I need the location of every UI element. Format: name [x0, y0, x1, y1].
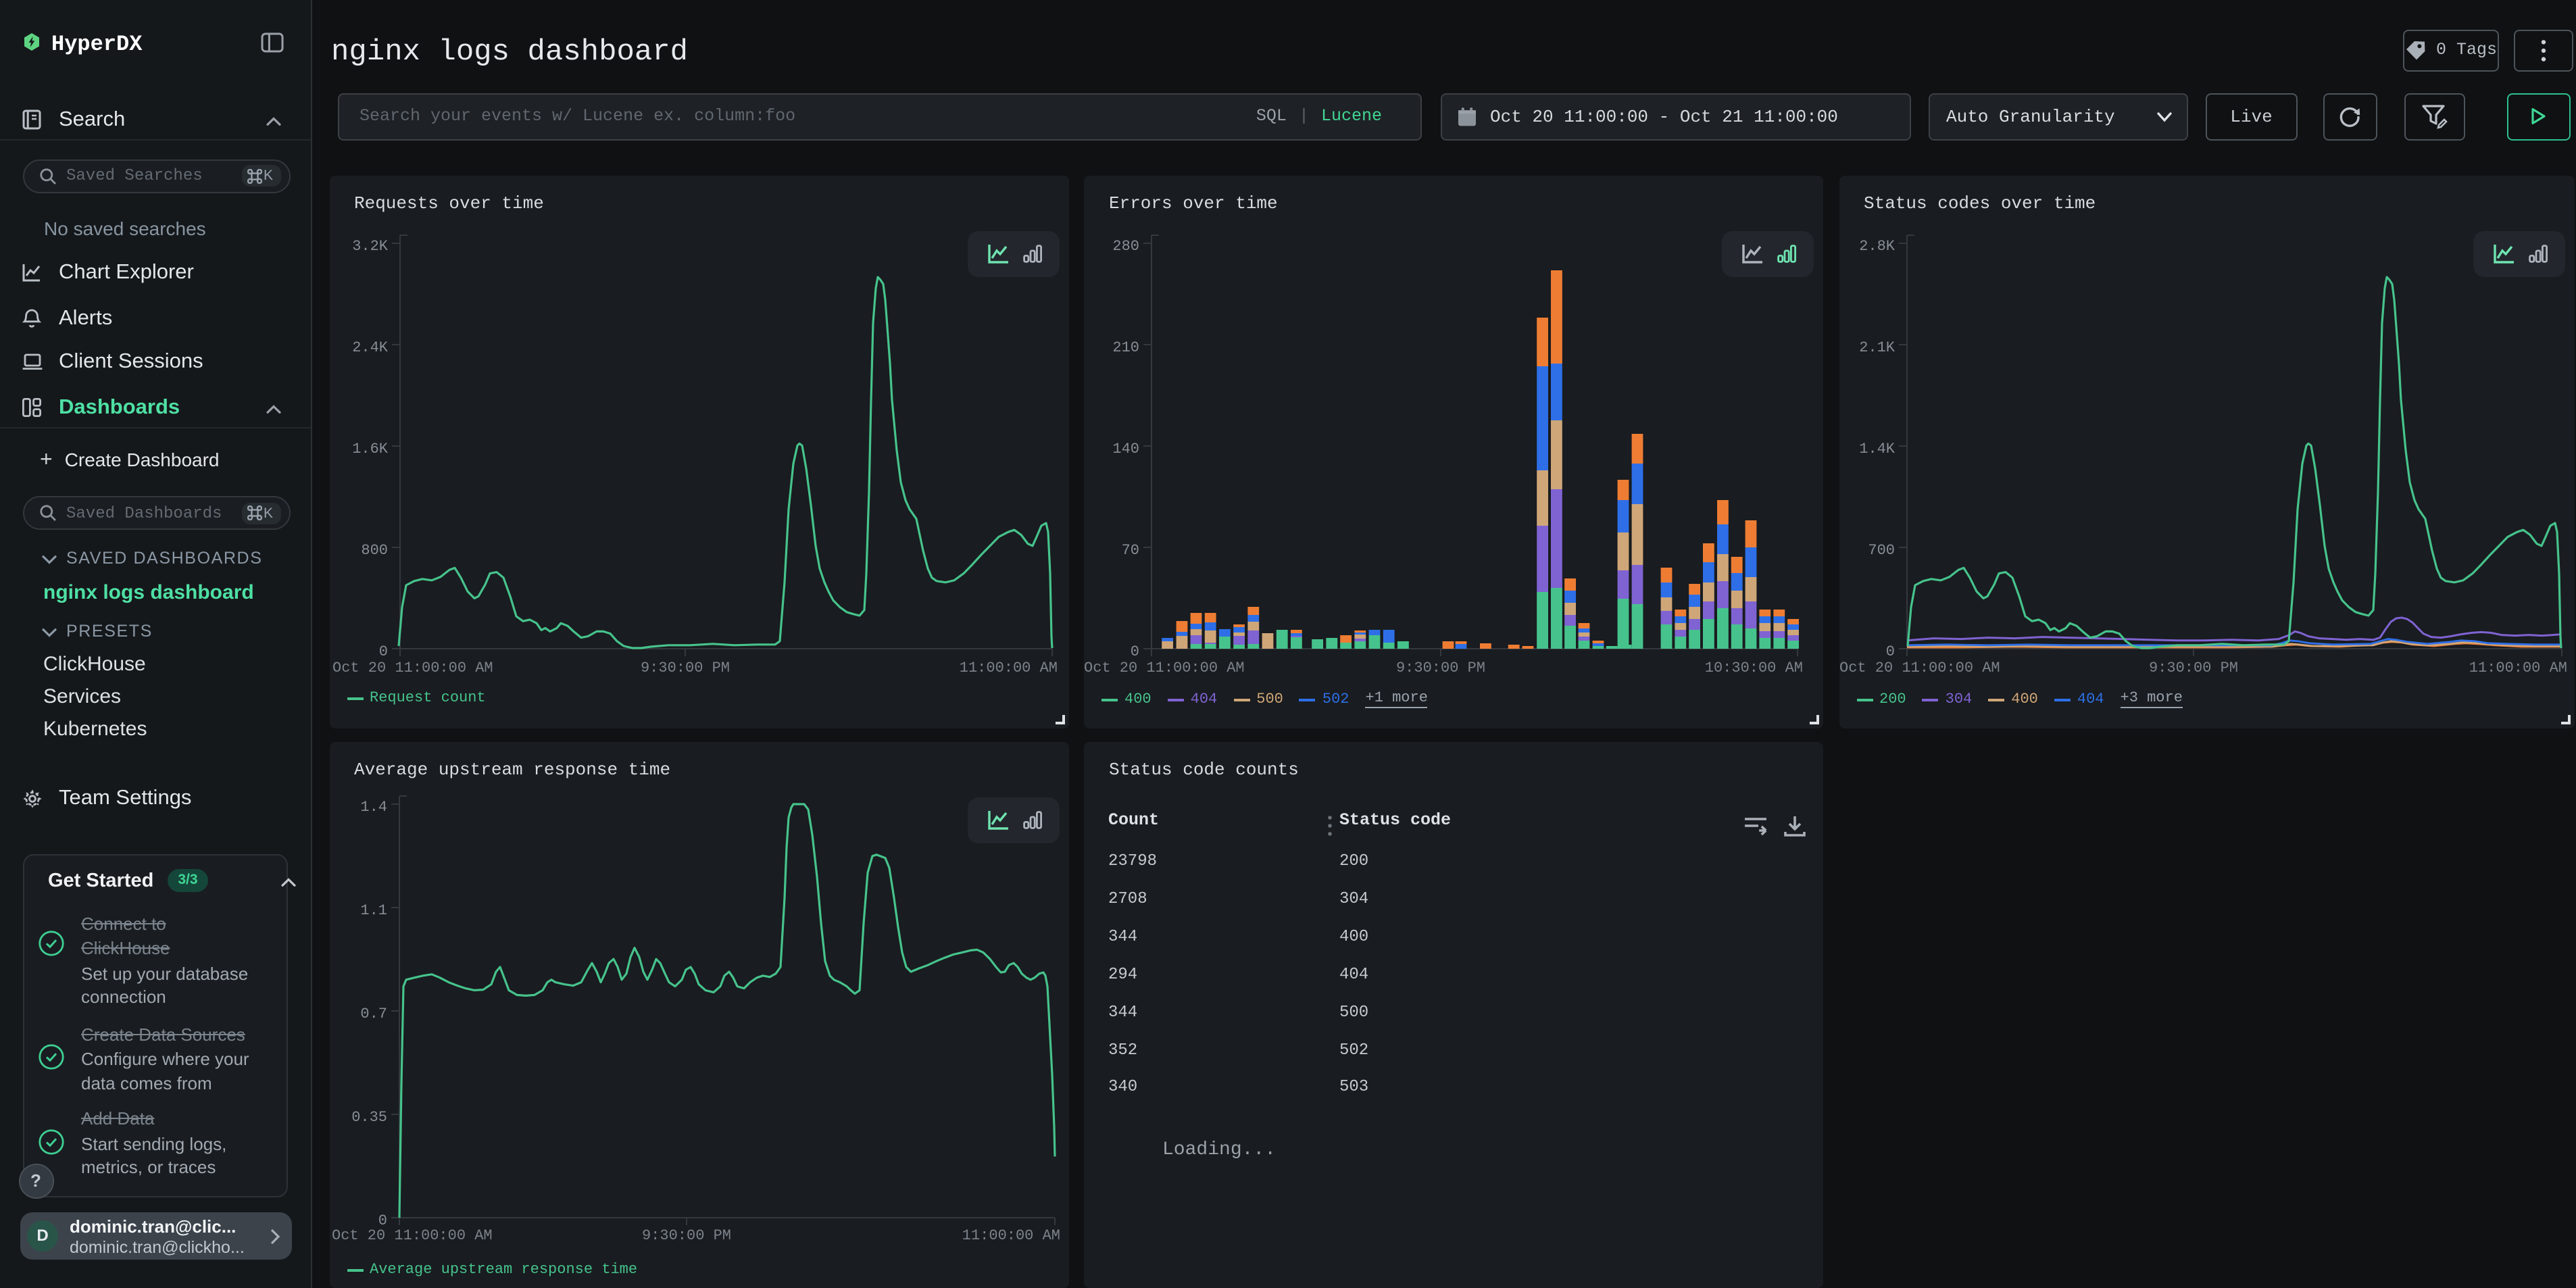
svg-text:9:30:00 PM: 9:30:00 PM — [2148, 660, 2237, 676]
svg-text:280: 280 — [1112, 238, 1139, 255]
svg-text:11:00:00 AM: 11:00:00 AM — [962, 1227, 1060, 1244]
svg-text:800: 800 — [360, 542, 387, 559]
svg-text:70: 70 — [1122, 542, 1139, 559]
svg-text:Oct 20 11:00:00 AM: Oct 20 11:00:00 AM — [331, 1227, 492, 1244]
svg-text:1.6K: 1.6K — [351, 441, 388, 457]
svg-text:0: 0 — [1885, 643, 1894, 660]
svg-text:0: 0 — [1131, 643, 1139, 660]
svg-text:2.1K: 2.1K — [1858, 339, 1895, 356]
svg-text:0: 0 — [378, 643, 387, 660]
svg-text:0.35: 0.35 — [351, 1109, 387, 1126]
svg-text:700: 700 — [1867, 542, 1894, 559]
svg-text:2.8K: 2.8K — [1858, 238, 1895, 255]
svg-text:0.7: 0.7 — [360, 1006, 387, 1022]
svg-text:11:00:00 AM: 11:00:00 AM — [2469, 660, 2567, 676]
svg-text:9:30:00 PM: 9:30:00 PM — [1396, 660, 1485, 676]
svg-text:11:00:00 AM: 11:00:00 AM — [959, 660, 1057, 676]
svg-text:2.4K: 2.4K — [351, 339, 388, 356]
svg-text:140: 140 — [1112, 441, 1139, 457]
svg-text:1.1: 1.1 — [360, 902, 387, 919]
svg-text:10:30:00 AM: 10:30:00 AM — [1705, 660, 1803, 676]
svg-text:Oct 20 11:00:00 AM: Oct 20 11:00:00 AM — [1084, 660, 1245, 676]
svg-text:Oct 20 11:00:00 AM: Oct 20 11:00:00 AM — [332, 660, 493, 676]
svg-text:Oct 20 11:00:00 AM: Oct 20 11:00:00 AM — [1839, 660, 2000, 676]
svg-text:9:30:00 PM: 9:30:00 PM — [641, 1227, 730, 1244]
svg-text:9:30:00 PM: 9:30:00 PM — [640, 660, 729, 676]
svg-text:1.4: 1.4 — [360, 799, 387, 816]
svg-text:1.4K: 1.4K — [1858, 441, 1895, 457]
svg-text:210: 210 — [1112, 339, 1139, 356]
svg-text:3.2K: 3.2K — [351, 238, 388, 255]
